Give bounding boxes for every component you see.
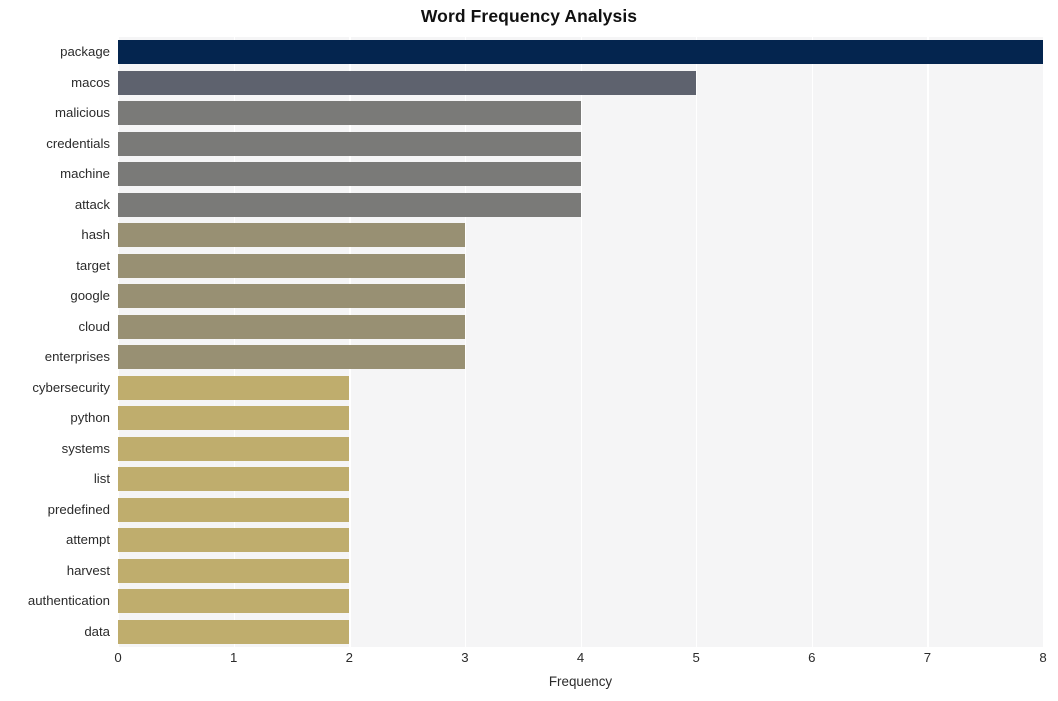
y-tick-label-attack: attack <box>74 196 110 212</box>
bar-predefined[interactable] <box>118 497 350 522</box>
y-tick-label-macos: macos <box>71 74 110 90</box>
x-tick-label-2: 2 <box>345 650 353 665</box>
gridline <box>1043 37 1045 647</box>
x-tick-label-0: 0 <box>114 650 122 665</box>
bar-list[interactable] <box>118 467 350 492</box>
bar-authentication[interactable] <box>118 589 350 614</box>
plot-area <box>118 37 1045 647</box>
x-tick-label-7: 7 <box>923 650 932 665</box>
bar-row[interactable] <box>118 284 1043 309</box>
x-tick-label-4: 4 <box>576 650 585 665</box>
bar-credentials[interactable] <box>118 131 581 156</box>
y-tick-label-list: list <box>93 471 110 487</box>
bar-machine[interactable] <box>118 162 581 187</box>
bar-row[interactable] <box>118 162 1043 187</box>
bar-hash[interactable] <box>118 223 465 248</box>
bar-row[interactable] <box>118 528 1043 553</box>
bar-row[interactable] <box>118 223 1043 248</box>
bar-row[interactable] <box>118 345 1043 370</box>
y-tick-label-systems: systems <box>61 440 110 456</box>
bar-target[interactable] <box>118 253 465 278</box>
y-axis-tick-labels: package macos malicious credentials machine a… <box>0 37 110 647</box>
x-tick-label-3: 3 <box>461 650 469 665</box>
y-tick-label-authentication: authentication <box>27 593 110 609</box>
y-tick-label-cybersecurity: cybersecurity <box>32 379 110 395</box>
y-tick-label-google: google <box>70 288 110 304</box>
bar-attack[interactable] <box>118 192 581 217</box>
bar-data[interactable] <box>118 619 350 644</box>
bar-macos[interactable] <box>118 70 697 95</box>
bar-row[interactable] <box>118 436 1043 461</box>
bar-row[interactable] <box>118 589 1043 614</box>
y-tick-label-python: python <box>70 410 110 426</box>
y-tick-label-harvest: harvest <box>66 562 110 578</box>
bar-row[interactable] <box>118 558 1043 583</box>
y-tick-label-package: package <box>60 44 110 60</box>
bar-row[interactable] <box>118 253 1043 278</box>
x-tick-label-6: 6 <box>808 650 816 665</box>
y-tick-label-enterprises: enterprises <box>44 349 110 365</box>
bar-harvest[interactable] <box>118 558 350 583</box>
y-tick-label-attempt: attempt <box>66 532 110 548</box>
y-tick-label-target: target <box>76 257 110 273</box>
bar-malicious[interactable] <box>118 101 581 126</box>
bar-row[interactable] <box>118 619 1043 644</box>
bar-google[interactable] <box>118 284 465 309</box>
x-axis-title: Frequency <box>548 674 613 689</box>
bar-cloud[interactable] <box>118 314 465 339</box>
bar-row[interactable] <box>118 192 1043 217</box>
bar-row[interactable] <box>118 101 1043 126</box>
y-tick-label-machine: machine <box>60 166 110 182</box>
bar-package[interactable] <box>118 40 1043 65</box>
bar-row[interactable] <box>118 40 1043 65</box>
bar-row[interactable] <box>118 131 1043 156</box>
bar-row[interactable] <box>118 314 1043 339</box>
bar-attempt[interactable] <box>118 528 350 553</box>
y-tick-label-data: data <box>84 623 110 639</box>
y-tick-label-credentials: credentials <box>46 135 110 151</box>
bar-row[interactable] <box>118 467 1043 492</box>
x-tick-label-5: 5 <box>692 650 700 665</box>
y-tick-label-cloud: cloud <box>78 318 110 334</box>
y-tick-label-predefined: predefined <box>47 501 110 517</box>
word-frequency-chart: Word Frequency Analysis package macos mali… <box>0 0 1058 701</box>
bar-row[interactable] <box>118 406 1043 431</box>
bar-enterprises[interactable] <box>118 345 465 370</box>
bar-row[interactable] <box>118 375 1043 400</box>
bar-python[interactable] <box>118 406 350 431</box>
x-axis-tick-labels: 0 1 2 3 4 5 6 7 8 <box>114 650 1047 672</box>
bars-layer <box>118 37 1043 647</box>
bar-systems[interactable] <box>118 436 350 461</box>
y-tick-label-malicious: malicious <box>55 105 110 121</box>
x-tick-label-1: 1 <box>229 650 238 665</box>
bar-cybersecurity[interactable] <box>118 375 350 400</box>
chart-title: Word Frequency Analysis <box>420 6 638 26</box>
y-tick-label-hash: hash <box>81 227 110 243</box>
bar-row[interactable] <box>118 70 1043 95</box>
x-tick-label-8: 8 <box>1039 650 1047 665</box>
bar-row[interactable] <box>118 497 1043 522</box>
